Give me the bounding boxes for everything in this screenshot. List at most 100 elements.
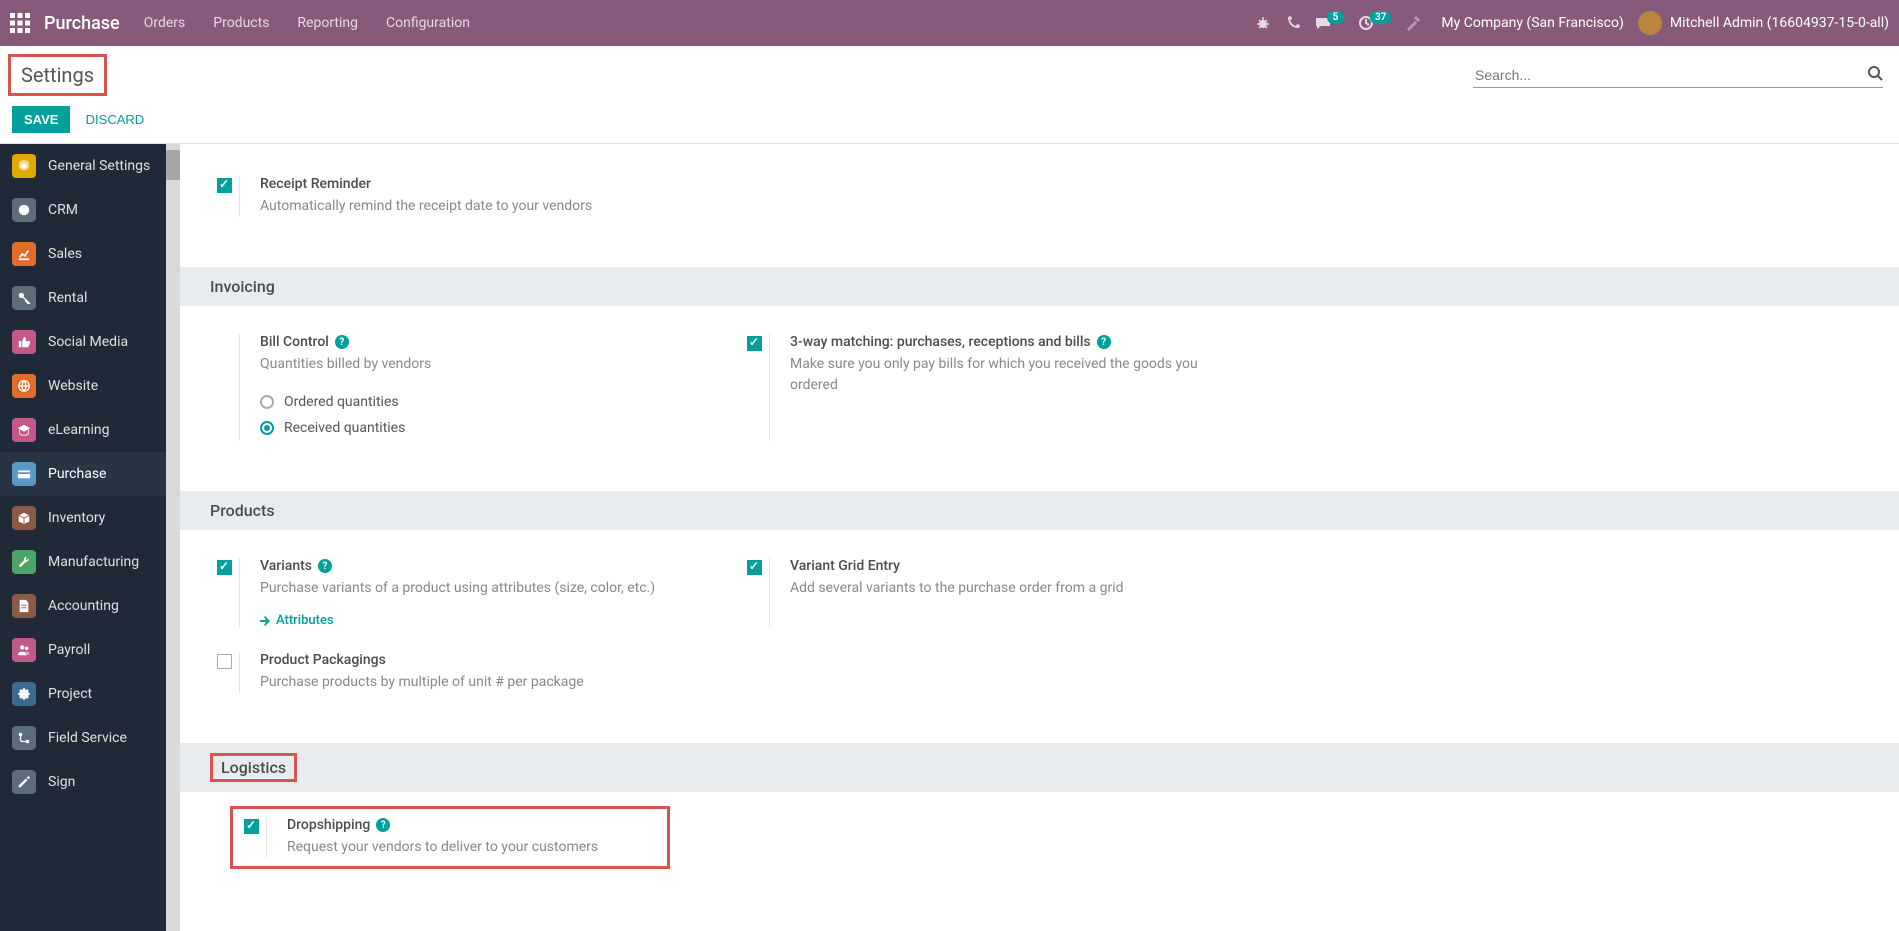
section-header-products: Products — [180, 491, 1899, 530]
sidebar-item-inventory[interactable]: Inventory — [0, 496, 180, 540]
messages-icon[interactable]: 5 — [1315, 15, 1344, 31]
chart-icon — [12, 242, 36, 266]
dropshipping-checkbox[interactable] — [244, 819, 259, 834]
receipt-reminder-title: Receipt Reminder — [260, 176, 371, 192]
sidebar-item-project[interactable]: Project — [0, 672, 180, 716]
app-title[interactable]: Purchase — [44, 13, 120, 34]
sidebar-item-elearning[interactable]: eLearning — [0, 408, 180, 452]
help-icon[interactable]: ? — [1097, 335, 1111, 349]
control-panel: Settings SAVE DISCARD — [0, 46, 1899, 144]
user-label: Mitchell Admin (16604937-15-0-all) — [1670, 15, 1889, 31]
sidebar-item-crm[interactable]: CRM — [0, 188, 180, 232]
bill-control-title: Bill Control — [260, 334, 329, 350]
wrench-icon — [12, 550, 36, 574]
sidebar-item-label: Accounting — [48, 598, 119, 614]
bill-control-desc: Quantities billed by vendors — [260, 354, 700, 375]
sidebar-item-sales[interactable]: Sales — [0, 232, 180, 276]
settings-content: →Agreement Types Receipt Reminder Automa… — [180, 144, 1899, 931]
sidebar-scrollbar[interactable] — [166, 144, 180, 931]
radio-ordered-qty[interactable]: Ordered quantities — [260, 389, 700, 415]
sidebar-item-label: Purchase — [48, 466, 106, 482]
setting-packagings: Product Packagings Purchase products by … — [210, 644, 700, 709]
tools-icon[interactable] — [1405, 15, 1421, 31]
setting-receipt-reminder: Receipt Reminder Automatically remind th… — [210, 168, 700, 233]
menu-orders[interactable]: Orders — [144, 15, 186, 31]
help-icon[interactable]: ? — [335, 335, 349, 349]
sidebar-item-rental[interactable]: Rental — [0, 276, 180, 320]
variant-grid-checkbox[interactable] — [747, 560, 762, 575]
3way-matching-desc: Make sure you only pay bills for which y… — [790, 354, 1230, 396]
receipt-reminder-checkbox[interactable] — [217, 178, 232, 193]
sidebar-item-label: Social Media — [48, 334, 128, 350]
sidebar-item-label: Payroll — [48, 642, 90, 658]
sidebar-item-sign[interactable]: Sign — [0, 760, 180, 804]
variants-desc: Purchase variants of a product using att… — [260, 578, 700, 599]
setting-bill-control: Bill Control ? Quantities billed by vend… — [210, 326, 700, 457]
sidebar-item-label: Field Service — [48, 730, 127, 746]
packagings-checkbox[interactable] — [217, 654, 232, 669]
variants-checkbox[interactable] — [217, 560, 232, 575]
search-icon[interactable] — [1867, 65, 1883, 85]
sidebar-item-label: Sign — [48, 774, 75, 790]
box-icon — [12, 506, 36, 530]
sidebar-item-label: CRM — [48, 202, 78, 218]
card-icon — [12, 462, 36, 486]
dropshipping-highlight: Dropshipping ? Request your vendors to d… — [230, 806, 670, 869]
radio-received-qty[interactable]: Received quantities — [260, 415, 700, 441]
attributes-link[interactable]: Attributes — [260, 613, 700, 628]
messages-badge: 5 — [1327, 11, 1344, 24]
debug-icon[interactable] — [1255, 15, 1271, 31]
doc-icon — [12, 594, 36, 618]
globe-icon — [12, 374, 36, 398]
page-title-highlight: Settings — [8, 54, 107, 96]
sidebar-item-label: Sales — [48, 246, 82, 262]
sidebar-item-accounting[interactable]: Accounting — [0, 584, 180, 628]
setting-variants: Variants ? Purchase variants of a produc… — [210, 550, 700, 644]
sidebar-item-manufacturing[interactable]: Manufacturing — [0, 540, 180, 584]
dropshipping-desc: Request your vendors to deliver to your … — [287, 837, 663, 858]
menu-configuration[interactable]: Configuration — [386, 15, 470, 31]
save-button[interactable]: SAVE — [12, 106, 70, 133]
discard-button[interactable]: DISCARD — [74, 106, 157, 133]
setting-3way-matching: 3-way matching: purchases, receptions an… — [740, 326, 1230, 457]
activities-icon[interactable]: 37 — [1358, 15, 1391, 31]
menu-products[interactable]: Products — [213, 15, 269, 31]
settings-sidebar: General Settings CRM Sales Rental Social Med… — [0, 144, 180, 931]
setting-variant-grid: Variant Grid Entry Add several variants … — [740, 550, 1230, 644]
apps-icon[interactable] — [10, 13, 30, 33]
search-box[interactable] — [1473, 63, 1883, 88]
sidebar-item-social-media[interactable]: Social Media — [0, 320, 180, 364]
activities-badge: 37 — [1370, 11, 1391, 24]
packagings-desc: Purchase products by multiple of unit # … — [260, 672, 700, 693]
sidebar-item-payroll[interactable]: Payroll — [0, 628, 180, 672]
thumb-icon — [12, 330, 36, 354]
sidebar-item-purchase[interactable]: Purchase — [0, 452, 180, 496]
section-header-invoicing: Invoicing — [180, 267, 1899, 306]
sidebar-item-general-settings[interactable]: General Settings — [0, 144, 180, 188]
3way-matching-title: 3-way matching: purchases, receptions an… — [790, 334, 1091, 350]
menu-reporting[interactable]: Reporting — [297, 15, 358, 31]
3way-matching-checkbox[interactable] — [747, 336, 762, 351]
help-icon[interactable]: ? — [376, 818, 390, 832]
sidebar-item-label: Rental — [48, 290, 87, 306]
sidebar-item-label: Project — [48, 686, 92, 702]
sidebar-item-website[interactable]: Website — [0, 364, 180, 408]
company-selector[interactable]: My Company (San Francisco) — [1441, 15, 1623, 31]
key-icon — [12, 286, 36, 310]
people-icon — [12, 638, 36, 662]
cap-icon — [12, 418, 36, 442]
user-menu[interactable]: Mitchell Admin (16604937-15-0-all) — [1638, 11, 1889, 35]
phone-icon[interactable] — [1285, 15, 1301, 31]
avatar — [1638, 11, 1662, 35]
search-input[interactable] — [1473, 63, 1883, 87]
sidebar-item-field-service[interactable]: Field Service — [0, 716, 180, 760]
gear-icon — [12, 154, 36, 178]
page-title: Settings — [21, 63, 94, 87]
help-icon[interactable]: ? — [318, 559, 332, 573]
puzzle-icon — [12, 682, 36, 706]
variants-title: Variants — [260, 558, 312, 574]
pen-icon — [12, 770, 36, 794]
section-header-logistics: Logistics — [180, 743, 1899, 792]
sidebar-item-label: eLearning — [48, 422, 109, 438]
setting-dropshipping: Dropshipping ? Request your vendors to d… — [237, 813, 663, 862]
